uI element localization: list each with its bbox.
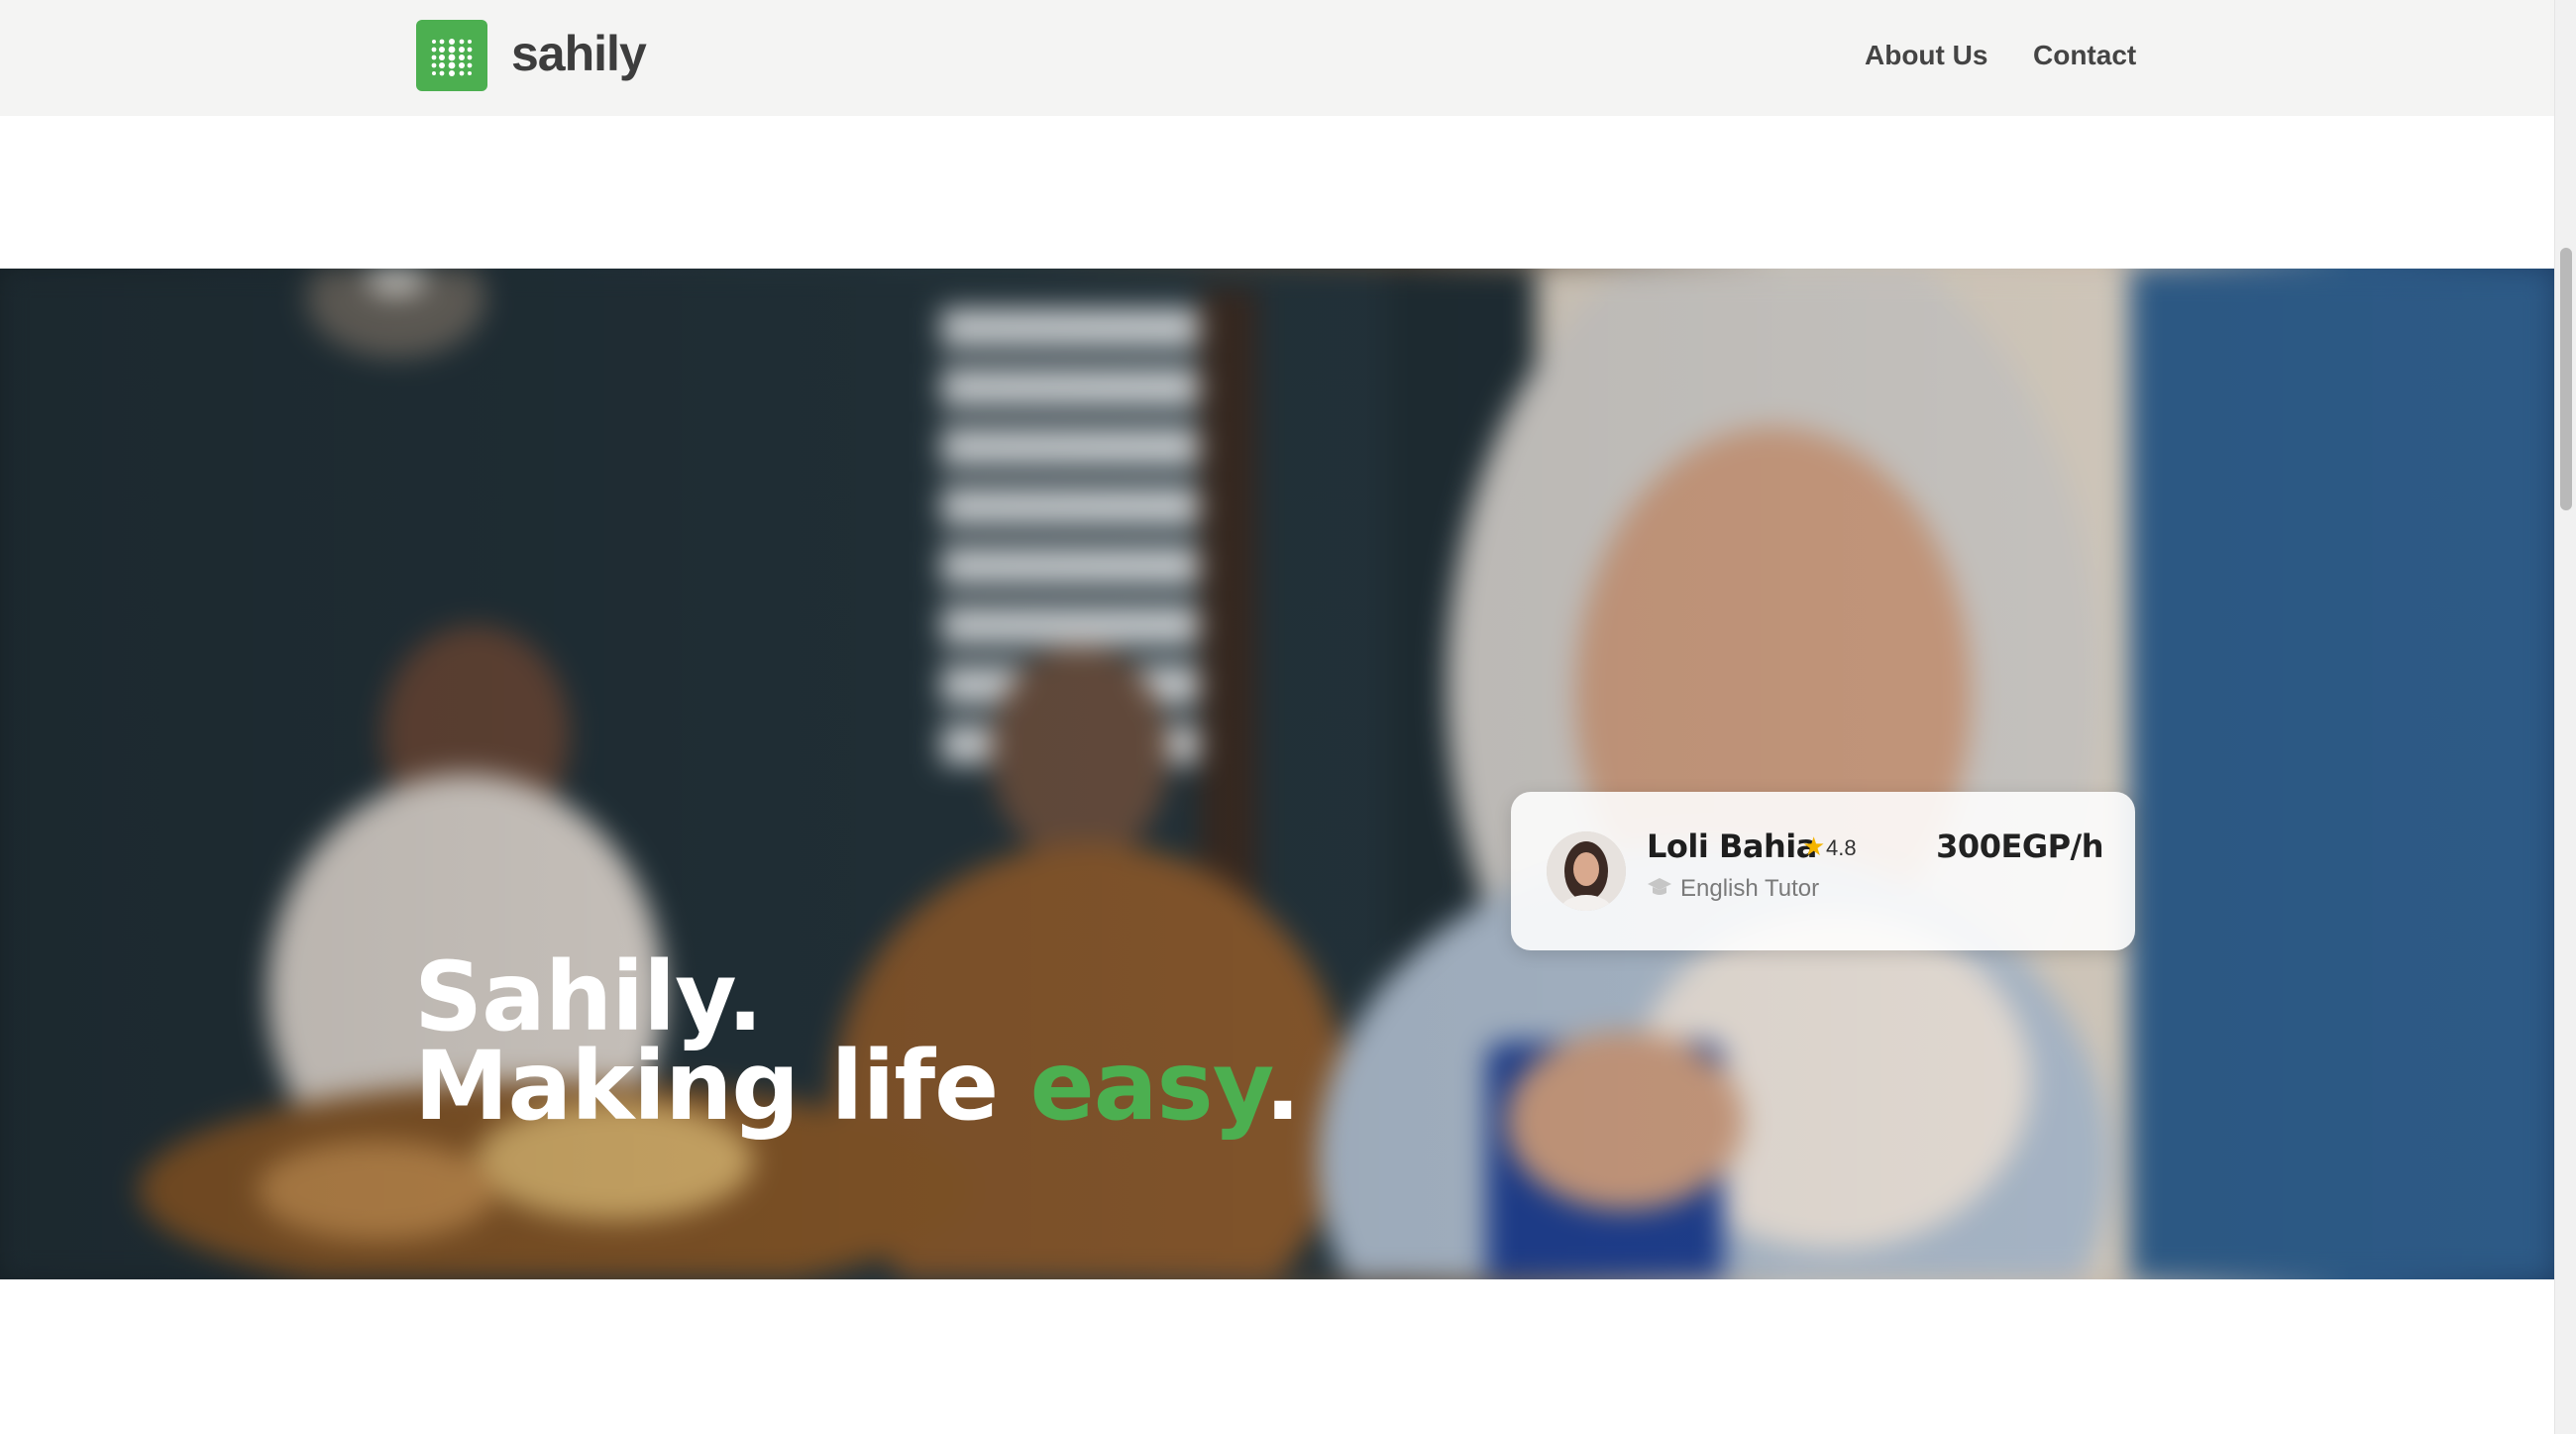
nav-about-us[interactable]: About Us: [1865, 36, 1987, 75]
headline-line-1: Sahily.: [414, 941, 763, 1052]
star-icon: ★: [1802, 831, 1826, 861]
avatar: [1547, 831, 1626, 911]
brand-name[interactable]: sahily: [511, 22, 647, 85]
logo-dots-icon[interactable]: [416, 20, 487, 91]
page-scrollbar[interactable]: [2554, 0, 2576, 1434]
tutor-subject: English Tutor: [1680, 875, 1820, 902]
headline-line-2: Making life easy.: [414, 1039, 1301, 1134]
headline-suffix: .: [1264, 1031, 1300, 1142]
hero-headline: Sahily. Making life easy.: [414, 941, 1301, 1134]
headline-accent: easy: [1029, 1031, 1266, 1142]
tutor-rating: 4.8: [1826, 835, 1857, 860]
tutor-price: 300EGP/h: [1936, 827, 2103, 865]
graduation-cap-icon: [1648, 878, 1671, 895]
hero-section: Sahily. Making life easy.: [0, 269, 2554, 1279]
site-header: sahily About Us Contact: [0, 0, 2554, 116]
tutor-name: Loli Bahia: [1647, 827, 1817, 865]
nav-contact[interactable]: Contact: [2033, 36, 2136, 75]
scrollbar-thumb[interactable]: [2560, 248, 2572, 510]
headline-prefix: Making life: [414, 1031, 1030, 1142]
tutor-card[interactable]: Loli Bahia ★ 4.8 English Tutor 300EGP/h: [1511, 792, 2135, 950]
